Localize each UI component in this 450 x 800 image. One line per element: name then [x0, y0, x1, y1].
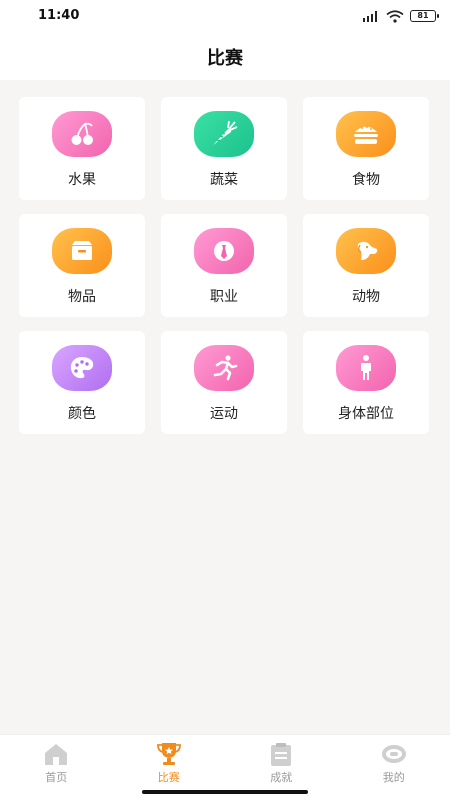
battery-icon: 81: [410, 10, 439, 22]
home-icon: [45, 744, 68, 765]
tab-home[interactable]: 首页: [0, 735, 113, 800]
burger-icon: [336, 111, 396, 157]
category-label: 物品: [68, 289, 96, 305]
cherry-icon: [52, 111, 112, 157]
category-label: 运动: [210, 406, 238, 422]
signal-icon: [363, 11, 377, 22]
category-card-color[interactable]: 颜色: [19, 331, 145, 434]
category-card-items[interactable]: 物品: [19, 214, 145, 317]
box-icon: [52, 228, 112, 274]
home-indicator: [142, 790, 308, 794]
trophy-icon: [156, 743, 181, 765]
category-card-fruit[interactable]: 水果: [19, 97, 145, 200]
category-card-food[interactable]: 食物: [303, 97, 429, 200]
runner-icon: [194, 345, 254, 391]
category-card-profession[interactable]: 职业: [161, 214, 287, 317]
profile-icon: [381, 745, 406, 763]
tie-icon: [194, 228, 254, 274]
tab-label: 比赛: [157, 771, 180, 784]
category-card-animal[interactable]: 动物: [303, 214, 429, 317]
category-label: 蔬菜: [210, 172, 238, 188]
category-label: 水果: [68, 172, 96, 188]
palette-icon: [52, 345, 112, 391]
clipboard-icon: [271, 743, 292, 766]
status-icons: 81: [362, 8, 439, 24]
tab-label: 首页: [45, 771, 68, 784]
category-card-vegetable[interactable]: 蔬菜: [161, 97, 287, 200]
tab-profile[interactable]: 我的: [338, 735, 450, 800]
person-icon: [336, 345, 396, 391]
dog-icon: [336, 228, 396, 274]
category-label: 职业: [210, 289, 238, 305]
tab-label: 我的: [382, 771, 405, 784]
category-label: 动物: [352, 289, 380, 305]
wifi-icon: [386, 9, 404, 23]
tab-label: 成就: [270, 771, 293, 784]
category-grid: 水果 蔬菜 食物 物品 职业 动物 颜色 运动 身体部位: [19, 97, 431, 434]
category-label: 颜色: [68, 406, 96, 422]
status-bar: 11:40 81: [0, 0, 450, 34]
page-title: 比赛: [207, 48, 243, 69]
category-card-body-parts[interactable]: 身体部位: [303, 331, 429, 434]
category-label: 食物: [352, 172, 380, 188]
header: 比赛: [0, 34, 450, 80]
category-card-sports[interactable]: 运动: [161, 331, 287, 434]
carrot-icon: [194, 111, 254, 157]
status-time: 11:40: [38, 8, 80, 23]
category-label: 身体部位: [338, 406, 394, 422]
